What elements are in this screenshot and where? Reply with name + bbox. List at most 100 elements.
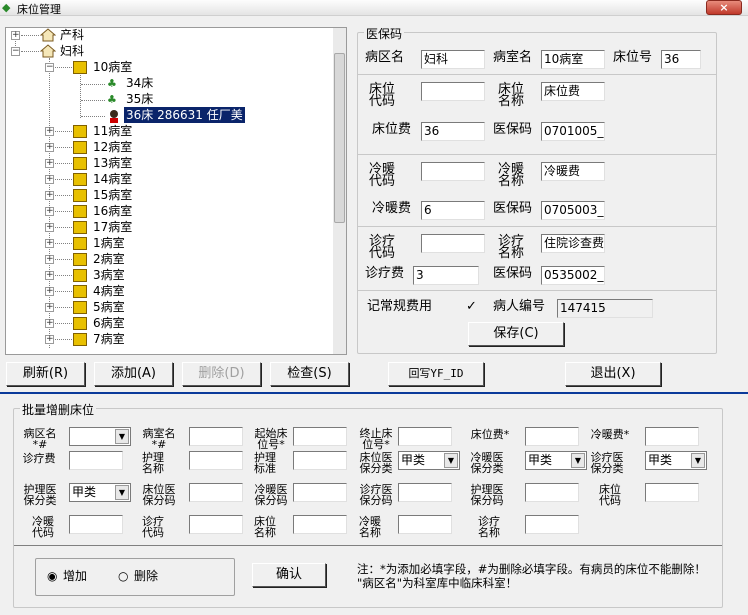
batch-bed-name-field[interactable] (293, 515, 347, 534)
batch-nurse-ins-code-field[interactable] (525, 483, 579, 502)
diag-insurance-label: 医保码 (493, 266, 533, 281)
add-button[interactable]: 添加(A) (94, 362, 173, 386)
batch-nurse-std-field[interactable] (293, 451, 347, 470)
bed-insurance-field[interactable]: 0701005_S (541, 122, 605, 141)
diag-fee-field[interactable]: 3 (413, 266, 479, 285)
collapse-icon[interactable]: − (45, 63, 54, 72)
heat-name-field[interactable]: 冷暖费 (541, 162, 605, 181)
diag-code-field[interactable] (421, 234, 485, 253)
expand-icon[interactable]: + (45, 271, 54, 280)
tree-node-ward[interactable]: 7病室 (93, 331, 125, 347)
batch-end-bed-field[interactable] (398, 427, 452, 446)
tree-node-bed-35[interactable]: 35床 (126, 91, 153, 107)
batch-diag-name-field[interactable] (525, 515, 579, 534)
batch-bed-fee-field[interactable] (525, 427, 579, 446)
radio-delete-icon[interactable]: ○ (118, 569, 128, 583)
tree-node-ward[interactable]: 16病室 (93, 203, 132, 219)
batch-diag-fee-field[interactable] (69, 451, 123, 470)
expand-icon[interactable]: + (45, 191, 54, 200)
tree-node-10病室[interactable]: 10病室 (93, 59, 132, 75)
bed-code-field[interactable] (421, 82, 485, 101)
batch-heat-name-field[interactable] (398, 515, 452, 534)
check-button[interactable]: 检查(S) (270, 362, 349, 386)
tree-node-ward[interactable]: 6病室 (93, 315, 125, 331)
refresh-button[interactable]: 刷新(R) (6, 362, 85, 386)
expand-icon[interactable]: + (45, 143, 54, 152)
bed-no-field[interactable]: 36 (661, 50, 701, 69)
tree-node-ward[interactable]: 4病室 (93, 283, 125, 299)
radio-add-label[interactable]: 增加 (63, 569, 87, 583)
expand-icon[interactable]: + (45, 287, 54, 296)
scroll-thumb[interactable] (334, 53, 345, 223)
tree-node-ward[interactable]: 5病室 (93, 299, 125, 315)
tree-node-ward[interactable]: 11病室 (93, 123, 132, 139)
bed-code-label: 床位 代码 (368, 82, 395, 109)
batch-bed-ins-code-field[interactable] (189, 483, 243, 502)
batch-heat-ins-code-field[interactable] (293, 483, 347, 502)
save-button[interactable]: 保存(C) (468, 322, 564, 346)
ward-icon (73, 205, 87, 218)
batch-bed-code-field[interactable] (645, 483, 699, 502)
expand-icon[interactable]: + (45, 255, 54, 264)
routine-fee-checkbox[interactable]: ✓ (466, 300, 477, 314)
ward-area-field[interactable]: 妇科 (421, 50, 485, 69)
heat-fee-field[interactable]: 6 (421, 201, 485, 220)
tree-node-ward[interactable]: 15病室 (93, 187, 132, 203)
collapse-icon[interactable]: − (11, 47, 20, 56)
bed-name-label: 床位 名称 (497, 82, 524, 109)
batch-heat-ins-cls-select[interactable]: 甲类 ▼ (525, 451, 587, 470)
ward-tree[interactable] (5, 27, 347, 355)
expand-icon[interactable]: + (45, 239, 54, 248)
expand-icon[interactable]: + (45, 159, 54, 168)
batch-heat-fee-field[interactable] (645, 427, 699, 446)
tree-node-ward[interactable]: 17病室 (93, 219, 132, 235)
tree-node-bed-36-selected[interactable]: 36床 286631 任厂美 (124, 107, 245, 123)
heat-code-label: 冷暖 代码 (368, 162, 395, 189)
batch-ward-name-field[interactable] (189, 427, 243, 446)
batch-bed-ins-cls-select[interactable]: 甲类 ▼ (398, 451, 460, 470)
tree-node-bed-34[interactable]: 34床 (126, 75, 153, 91)
batch-nurse-ins-cls-label: 护理医 保分类 (23, 483, 57, 507)
expand-icon[interactable]: + (45, 223, 54, 232)
expand-icon[interactable]: + (45, 175, 54, 184)
tree-node-ward[interactable]: 2病室 (93, 251, 125, 267)
batch-nurse-name-field[interactable] (189, 451, 243, 470)
heat-fee-label: 冷暖费 (372, 201, 412, 216)
expand-icon[interactable]: + (45, 207, 54, 216)
batch-heat-name-label: 冷暖 名称 (359, 515, 381, 539)
bed-fee-field[interactable]: 36 (421, 122, 485, 141)
expand-icon[interactable]: + (45, 319, 54, 328)
batch-nurse-ins-cls-select[interactable]: 甲类 ▼ (69, 483, 131, 502)
expand-icon[interactable]: + (45, 127, 54, 136)
radio-add-icon[interactable]: ◉ (47, 569, 57, 583)
bed-name-field[interactable]: 床位费 (541, 82, 605, 101)
diag-insurance-field[interactable]: 0535002_S (541, 266, 605, 285)
tree-node-产科[interactable]: 产科 (60, 27, 84, 43)
diag-name-field[interactable]: 住院诊查费 (541, 234, 605, 253)
batch-heat-code-field[interactable] (69, 515, 123, 534)
tree-node-妇科[interactable]: 妇科 (60, 43, 84, 59)
exit-button[interactable]: 退出(X) (565, 362, 661, 386)
batch-ward-area-select[interactable]: ▼ (69, 427, 131, 446)
batch-diag-code-field[interactable] (189, 515, 243, 534)
heat-code-field[interactable] (421, 162, 485, 181)
radio-delete-label[interactable]: 删除 (134, 569, 158, 583)
ward-name-field[interactable]: 10病室 (541, 50, 605, 69)
tree-scrollbar[interactable] (333, 28, 346, 354)
expand-icon[interactable]: + (45, 303, 54, 312)
batch-start-bed-field[interactable] (293, 427, 347, 446)
tree-node-ward[interactable]: 13病室 (93, 155, 132, 171)
expand-icon[interactable]: + (45, 335, 54, 344)
writeback-button[interactable]: 回写YF_ID (388, 362, 484, 386)
batch-diag-ins-code-field[interactable] (398, 483, 452, 502)
confirm-button[interactable]: 确认 (252, 563, 326, 587)
delete-button[interactable]: 删除(D) (182, 362, 261, 386)
heat-insurance-field[interactable]: 0705003_S (541, 201, 605, 220)
expand-icon[interactable]: + (11, 31, 20, 40)
tree-node-ward[interactable]: 3病室 (93, 267, 125, 283)
tree-node-ward[interactable]: 1病室 (93, 235, 125, 251)
tree-node-ward[interactable]: 14病室 (93, 171, 132, 187)
tree-node-ward[interactable]: 12病室 (93, 139, 132, 155)
batch-diag-ins-cls-select[interactable]: 甲类 ▼ (645, 451, 707, 470)
close-button[interactable]: × (706, 0, 742, 15)
